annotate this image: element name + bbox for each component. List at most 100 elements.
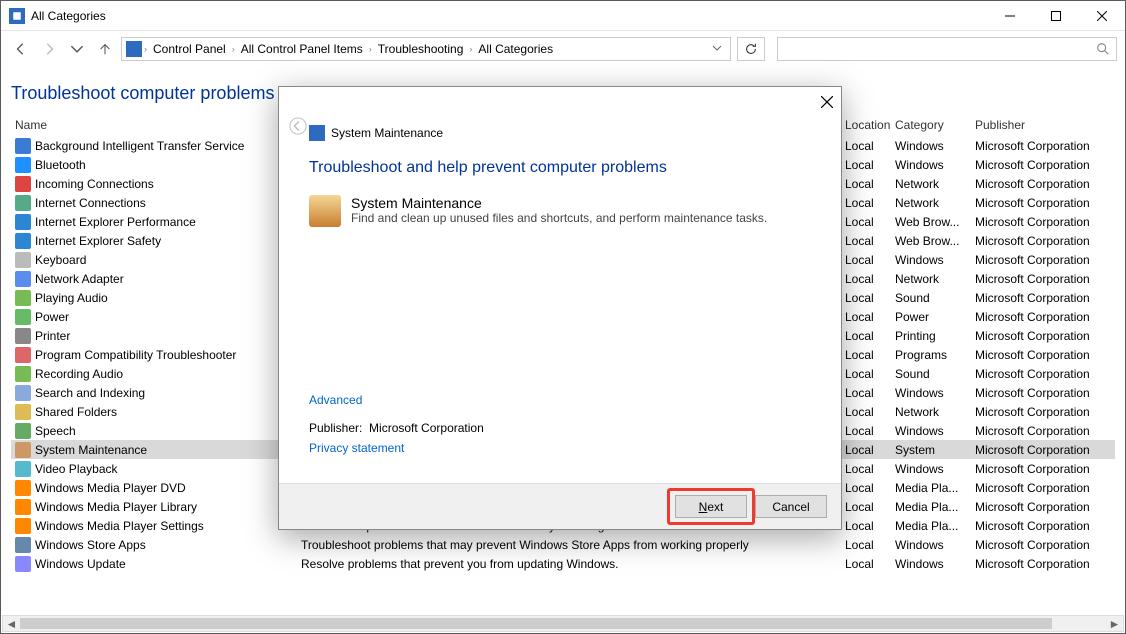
breadcrumb-item[interactable]: All Categories bbox=[474, 42, 557, 56]
address-bar[interactable]: › Control Panel › All Control Panel Item… bbox=[121, 37, 731, 61]
item-location: Local bbox=[845, 234, 895, 248]
dialog-footer: Next Cancel bbox=[279, 483, 841, 529]
chevron-right-icon: › bbox=[232, 44, 235, 54]
item-icon bbox=[15, 366, 31, 382]
list-item[interactable]: Windows Store Apps Troubleshoot problems … bbox=[11, 535, 1115, 554]
item-location: Local bbox=[845, 291, 895, 305]
minimize-button[interactable] bbox=[987, 1, 1033, 31]
item-category: Printing bbox=[895, 329, 975, 343]
item-name: Video Playback bbox=[35, 462, 118, 476]
maximize-button[interactable] bbox=[1033, 1, 1079, 31]
dialog-crumb-text: System Maintenance bbox=[331, 126, 443, 140]
item-icon bbox=[15, 252, 31, 268]
item-location: Local bbox=[845, 462, 895, 476]
forward-button[interactable] bbox=[37, 37, 61, 61]
list-item[interactable]: Windows UpdateResolve problems that prev… bbox=[11, 554, 1115, 573]
breadcrumb-item[interactable]: Control Panel bbox=[149, 42, 230, 56]
item-category: Media Pla... bbox=[895, 481, 975, 495]
scroll-left-icon[interactable]: ◄ bbox=[3, 616, 20, 631]
address-dropdown[interactable] bbox=[708, 42, 726, 56]
col-category[interactable]: Category bbox=[895, 118, 975, 132]
item-icon bbox=[15, 556, 31, 572]
item-name: Incoming Connections bbox=[35, 177, 154, 191]
item-publisher: Microsoft Corporation bbox=[975, 538, 1115, 552]
scroll-right-icon[interactable]: ► bbox=[1106, 616, 1123, 631]
item-desc: Troubleshoot problems that may prevent W… bbox=[301, 538, 845, 552]
window-title: All Categories bbox=[31, 9, 987, 23]
item-publisher: Microsoft Corporation bbox=[975, 291, 1115, 305]
item-publisher: Microsoft Corporation bbox=[975, 272, 1115, 286]
item-icon bbox=[15, 518, 31, 534]
dialog-app-icon bbox=[309, 125, 325, 141]
horizontal-scrollbar[interactable]: ◄ ► bbox=[2, 615, 1124, 632]
item-location: Local bbox=[845, 253, 895, 267]
item-name: Background Intelligent Transfer Service bbox=[35, 139, 244, 153]
history-dropdown[interactable] bbox=[65, 37, 89, 61]
item-publisher: Microsoft Corporation bbox=[975, 215, 1115, 229]
item-name: Program Compatibility Troubleshooter bbox=[35, 348, 236, 362]
privacy-link[interactable]: Privacy statement bbox=[309, 441, 404, 455]
next-button[interactable]: Next bbox=[675, 495, 747, 518]
item-publisher: Microsoft Corporation bbox=[975, 348, 1115, 362]
item-location: Local bbox=[845, 310, 895, 324]
item-publisher: Microsoft Corporation bbox=[975, 462, 1115, 476]
item-name: Keyboard bbox=[35, 253, 86, 267]
item-location: Local bbox=[845, 538, 895, 552]
dialog-close-button[interactable] bbox=[821, 96, 833, 111]
item-icon bbox=[15, 442, 31, 458]
item-publisher: Microsoft Corporation bbox=[975, 310, 1115, 324]
item-location: Local bbox=[845, 424, 895, 438]
item-icon bbox=[15, 271, 31, 287]
breadcrumb-item[interactable]: Troubleshooting bbox=[374, 42, 468, 56]
refresh-button[interactable] bbox=[737, 37, 765, 61]
item-icon bbox=[15, 233, 31, 249]
back-button[interactable] bbox=[9, 37, 33, 61]
item-category: Sound bbox=[895, 367, 975, 381]
item-category: Windows bbox=[895, 386, 975, 400]
scrollbar-thumb[interactable] bbox=[20, 618, 1052, 629]
item-category: Windows bbox=[895, 253, 975, 267]
col-location[interactable]: Location bbox=[845, 118, 895, 132]
item-name: Shared Folders bbox=[35, 405, 117, 419]
item-icon bbox=[15, 309, 31, 325]
advanced-link[interactable]: Advanced bbox=[309, 393, 362, 407]
close-button[interactable] bbox=[1079, 1, 1125, 31]
item-name: System Maintenance bbox=[35, 443, 147, 457]
dialog-titlebar bbox=[279, 87, 841, 119]
item-location: Local bbox=[845, 177, 895, 191]
item-publisher: Microsoft Corporation bbox=[975, 424, 1115, 438]
col-name[interactable]: Name bbox=[11, 118, 301, 132]
item-name: Bluetooth bbox=[35, 158, 86, 172]
item-name: Windows Store Apps bbox=[35, 538, 146, 552]
item-category: Windows bbox=[895, 462, 975, 476]
item-category: Windows bbox=[895, 538, 975, 552]
item-publisher: Microsoft Corporation bbox=[975, 386, 1115, 400]
search-icon bbox=[1096, 42, 1110, 56]
item-location: Local bbox=[845, 481, 895, 495]
item-icon bbox=[15, 404, 31, 420]
dialog-item-title: System Maintenance bbox=[351, 195, 767, 211]
item-category: Windows bbox=[895, 557, 975, 571]
item-category: Media Pla... bbox=[895, 519, 975, 533]
item-name: Windows Media Player DVD bbox=[35, 481, 186, 495]
control-panel-icon bbox=[126, 41, 142, 57]
item-name: Internet Explorer Performance bbox=[35, 215, 196, 229]
item-name: Windows Update bbox=[35, 557, 126, 571]
search-input[interactable] bbox=[777, 37, 1117, 61]
cancel-button[interactable]: Cancel bbox=[755, 495, 827, 518]
item-location: Local bbox=[845, 519, 895, 533]
col-publisher[interactable]: Publisher bbox=[975, 118, 1115, 132]
item-publisher: Microsoft Corporation bbox=[975, 500, 1115, 514]
item-icon bbox=[15, 157, 31, 173]
breadcrumb-item[interactable]: All Control Panel Items bbox=[237, 42, 367, 56]
troubleshooter-dialog: System Maintenance Troubleshoot and help… bbox=[278, 86, 842, 530]
item-name: Printer bbox=[35, 329, 70, 343]
up-button[interactable] bbox=[93, 37, 117, 61]
item-category: System bbox=[895, 443, 975, 457]
item-icon bbox=[15, 385, 31, 401]
item-category: Media Pla... bbox=[895, 500, 975, 514]
item-icon bbox=[15, 328, 31, 344]
item-location: Local bbox=[845, 367, 895, 381]
item-publisher: Microsoft Corporation bbox=[975, 405, 1115, 419]
item-location: Local bbox=[845, 158, 895, 172]
